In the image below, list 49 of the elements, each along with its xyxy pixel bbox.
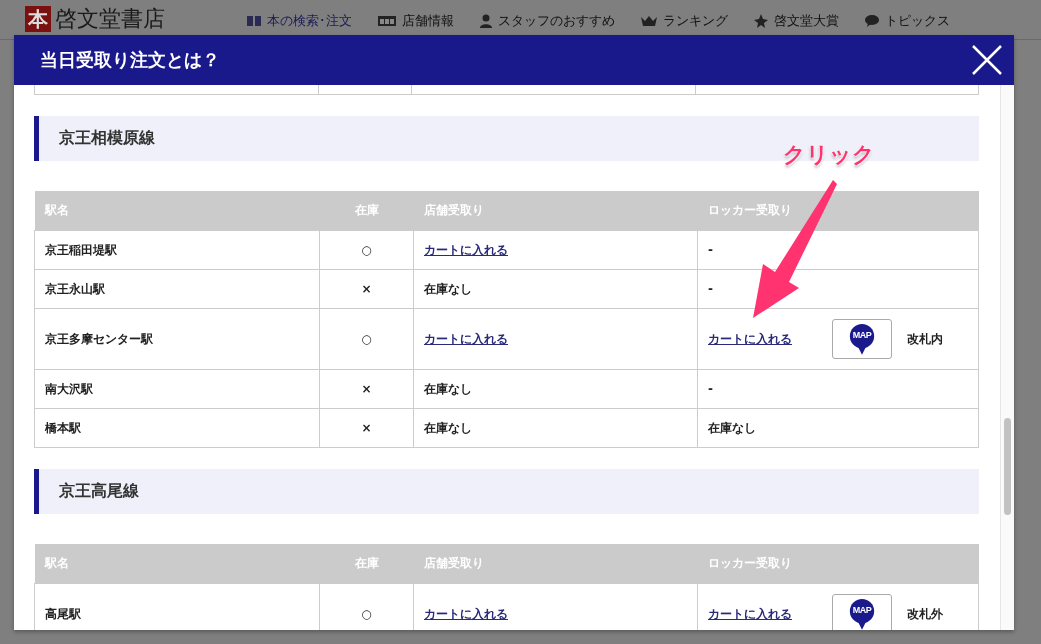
map-pin-icon	[848, 323, 876, 355]
speech-bubble-icon	[865, 15, 879, 27]
scrollbar[interactable]	[1000, 85, 1014, 630]
table-cell: 京王稲田堤駅	[34, 230, 320, 270]
section-heading: 京王高尾線	[34, 469, 979, 514]
nav-link[interactable]: 本の検索･注文	[247, 12, 352, 30]
cell-text: 在庫なし	[708, 419, 756, 437]
person-icon	[480, 14, 492, 28]
map-button[interactable]: MAP	[832, 594, 892, 630]
table-cell: ○	[319, 230, 414, 270]
star-icon	[754, 14, 768, 28]
table-cell: ○	[319, 583, 414, 630]
cell-text: -	[708, 282, 713, 296]
table-cell: ×	[319, 369, 414, 409]
book-icon	[247, 15, 261, 27]
table-cell: 南大沢駅	[34, 369, 320, 409]
crown-icon	[641, 15, 657, 27]
nav-link[interactable]: ランキング	[641, 12, 728, 30]
add-to-cart-link[interactable]: カートに入れる	[424, 331, 508, 346]
modal-title: 当日受取り注文とは？	[40, 48, 220, 72]
add-to-cart-link[interactable]: カートに入れる	[424, 606, 508, 621]
cell-text: -	[708, 382, 713, 396]
table-cell: 京王多摩センター駅	[34, 308, 320, 370]
table-cell: ×	[319, 408, 414, 448]
nav-link[interactable]: 店舗情報	[378, 12, 454, 30]
shop-icon	[378, 15, 396, 27]
add-to-cart-link[interactable]: カートに入れる	[424, 242, 508, 257]
nav-link[interactable]: トピックス	[865, 12, 950, 30]
table-cell: 京王永山駅	[34, 269, 320, 309]
cell-text: 在庫なし	[424, 281, 472, 296]
nav-link[interactable]: 啓文堂大賞	[754, 12, 839, 30]
table-cell: ×	[319, 269, 414, 309]
logo-mark[interactable]: 本	[25, 6, 51, 32]
logo-text[interactable]: 啓文堂書店	[55, 6, 165, 32]
cell-text: -	[708, 243, 713, 257]
close-icon[interactable]	[972, 45, 1002, 75]
cell-text: 在庫なし	[424, 381, 472, 396]
add-to-cart-link[interactable]: カートに入れる	[708, 330, 792, 348]
table-cell: 高尾駅	[34, 583, 320, 630]
table-cell: ○	[319, 308, 414, 370]
nav-link[interactable]: スタッフのおすすめ	[480, 12, 615, 30]
table-cell: 橋本駅	[34, 408, 320, 448]
gate-label: 改札外	[907, 605, 943, 623]
cell-text: 在庫なし	[424, 420, 472, 435]
map-button[interactable]: MAP	[832, 319, 892, 359]
map-pin-icon	[848, 598, 876, 630]
annotation-text: クリック	[783, 141, 875, 169]
add-to-cart-link[interactable]: カートに入れる	[708, 605, 792, 623]
gate-label: 改札内	[907, 330, 943, 348]
